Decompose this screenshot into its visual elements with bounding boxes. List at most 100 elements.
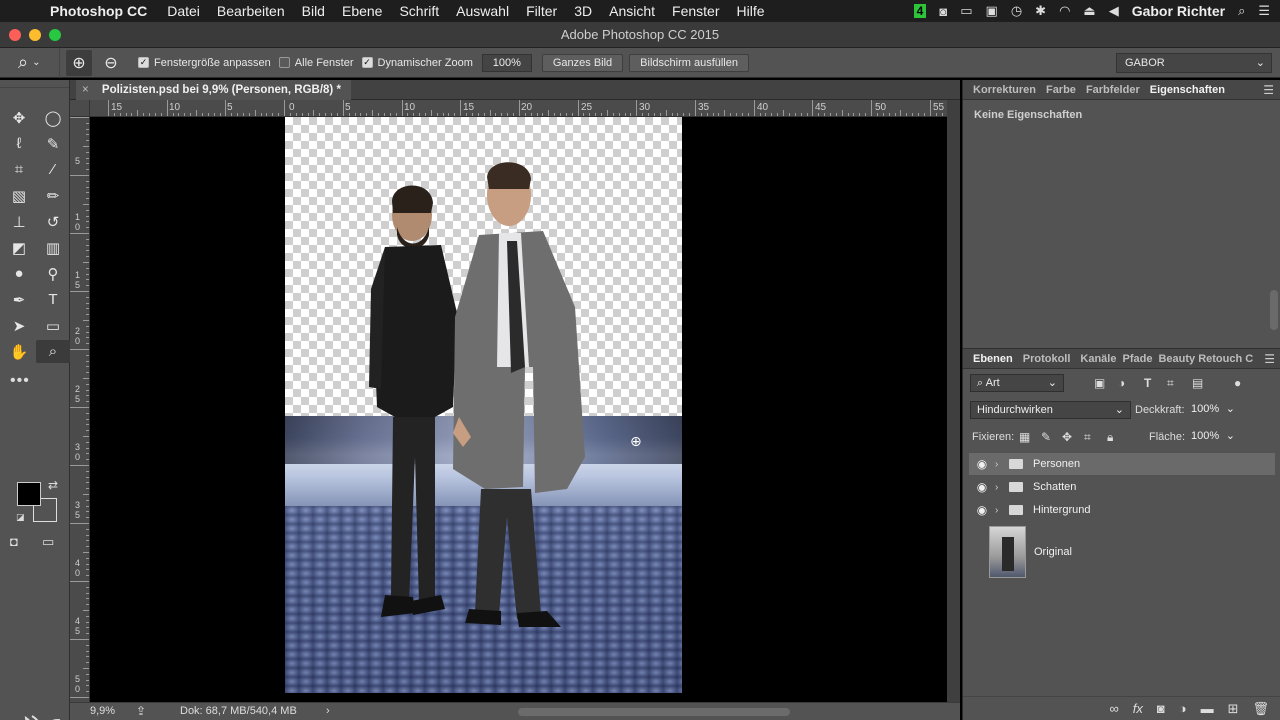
expand-arrow-icon[interactable]: › [995, 482, 1009, 493]
visibility-eye-icon[interactable]: ◉ [969, 480, 995, 494]
ruler-origin[interactable] [70, 100, 90, 117]
all-windows-checkbox[interactable] [278, 57, 290, 68]
tab-beauty-retouch[interactable]: Beauty Retouch C [1158, 353, 1253, 365]
battery-icon[interactable]: ▣ [986, 3, 998, 19]
layer-effects-icon[interactable]: fx [1133, 701, 1143, 716]
bluetooth-icon[interactable]: ✱ [1035, 3, 1046, 19]
brush-tool-icon[interactable]: ✏ [36, 184, 70, 207]
close-window-button[interactable] [9, 29, 21, 41]
status-zoom-level[interactable]: 9,9% [90, 705, 115, 717]
fit-window-checkbox[interactable]: ✓ [138, 57, 149, 68]
menu-fenster[interactable]: Fenster [672, 3, 719, 19]
volume-icon[interactable]: ◀ [1109, 3, 1119, 19]
horizontal-ruler[interactable]: 15 10 5 0 5 10 15 20 25 30 35 40 45 50 55 [90, 100, 947, 117]
vertical-ruler[interactable]: 5 1 0 1 5 2 0 2 5 3 0 3 5 4 0 4 5 5 0 [70, 100, 90, 702]
layer-filter-select[interactable]: ⌕ Art ⌄ [970, 374, 1064, 392]
zoom-in-button[interactable]: ⊕ [66, 49, 92, 76]
layer-row-schatten[interactable]: ◉ › Schatten [969, 476, 1275, 498]
tab-pfade[interactable]: Pfade [1122, 353, 1152, 365]
fill-screen-button[interactable]: Bildschirm ausfüllen [629, 53, 749, 72]
delete-layer-icon[interactable]: 🗑︎ [1252, 701, 1269, 717]
menu-ebene[interactable]: Ebene [342, 3, 382, 19]
menu-filter[interactable]: Filter [526, 3, 557, 19]
workspace-select[interactable]: GABOR ⌄ [1116, 53, 1272, 73]
dodge-tool-icon[interactable]: ⚲ [36, 262, 70, 285]
zoom-out-button[interactable]: ⊖ [98, 50, 124, 76]
lock-position-icon[interactable]: ✥ [1062, 430, 1072, 444]
swap-colors-icon[interactable]: ⇄ [48, 478, 58, 492]
gradient-tool-icon[interactable]: ▥ [36, 236, 70, 259]
layer-row-original[interactable]: Original [969, 524, 1275, 580]
fill-field[interactable]: 100% ⌄ [1185, 428, 1241, 446]
elliptical-marquee-tool-icon[interactable]: ◯ [36, 106, 70, 129]
quick-selection-tool-icon[interactable]: ✎ [36, 132, 70, 155]
panel-grip[interactable] [0, 80, 69, 88]
time-machine-icon[interactable]: ◷ [1011, 3, 1022, 19]
new-layer-icon[interactable]: ⊞ [1228, 701, 1239, 717]
menu-bild[interactable]: Bild [302, 3, 325, 19]
scrubby-zoom-checkbox[interactable]: ✓ [361, 57, 373, 68]
visibility-eye-icon[interactable]: ◉ [969, 503, 995, 517]
tab-farbe[interactable]: Farbe [1046, 84, 1076, 96]
type-tool-icon[interactable]: T [36, 288, 70, 311]
horizontal-scrollbar[interactable] [518, 708, 790, 716]
camera-icon[interactable]: ◙ [939, 4, 947, 19]
menu-auswahl[interactable]: Auswahl [456, 3, 509, 19]
airplay-icon[interactable]: ▭ [960, 3, 972, 19]
layer-row-personen[interactable]: ◉ › Personen [969, 453, 1275, 475]
default-colors-icon[interactable]: ◪ [16, 512, 25, 523]
add-mask-icon[interactable]: ◙ [1157, 701, 1165, 716]
foreground-color-swatch[interactable] [17, 482, 41, 506]
eraser-tool-icon[interactable]: ◩ [2, 236, 36, 259]
zoom-100-button[interactable]: 100% [481, 53, 532, 72]
filter-smart-object-icon[interactable]: ▤ [1192, 376, 1203, 390]
user-name[interactable]: Gabor Richter [1132, 3, 1225, 19]
tab-ebenen[interactable]: Ebenen [973, 353, 1013, 365]
filter-toggle-icon[interactable]: ● [1234, 376, 1241, 390]
quick-mask-icon[interactable]: ◘ [10, 534, 18, 549]
menu-3d[interactable]: 3D [574, 3, 592, 19]
tab-kanaele[interactable]: Kanäle [1080, 353, 1116, 365]
zoom-tool-icon[interactable]: ⌕ [36, 340, 70, 363]
pen-tool-icon[interactable]: ✒ [2, 288, 36, 311]
menu-ansicht[interactable]: Ansicht [609, 3, 655, 19]
status-menu-arrow-icon[interactable]: › [326, 705, 330, 717]
tab-eigenschaften[interactable]: Eigenschaften [1150, 84, 1225, 96]
visibility-eye-icon[interactable]: ◉ [969, 457, 995, 471]
fit-screen-button[interactable]: Ganzes Bild [541, 53, 624, 72]
edit-toolbar-icon[interactable]: ••• [10, 372, 30, 390]
panel-menu-icon[interactable]: ☰ [1263, 83, 1274, 97]
history-brush-tool-icon[interactable]: ↺ [36, 210, 70, 233]
wifi-icon[interactable]: ◠ [1059, 3, 1070, 19]
clone-stamp-tool-icon[interactable]: ⊥ [2, 210, 36, 233]
new-adjustment-layer-icon[interactable]: ◑ [1179, 701, 1187, 716]
properties-scrollbar[interactable] [1270, 290, 1278, 330]
healing-brush-tool-icon[interactable]: ▧ [2, 184, 36, 207]
hand-tool-icon[interactable]: ✋ [2, 340, 36, 363]
rectangle-tool-icon[interactable]: ▭ [36, 314, 70, 337]
menu-app-name[interactable]: Photoshop CC [50, 3, 147, 19]
crop-tool-icon[interactable]: ⌗ [2, 158, 36, 181]
tab-korrekturen[interactable]: Korrekturen [973, 84, 1036, 96]
lock-artboard-icon[interactable]: ⌗ [1084, 430, 1091, 445]
layer-row-hintergrund[interactable]: ◉ › Hintergrund [969, 499, 1275, 521]
screen-mode-icon[interactable]: ▭ [42, 534, 54, 550]
link-layers-icon[interactable]: ∞ [1109, 701, 1118, 716]
panel-menu-icon[interactable]: ☰ [1264, 352, 1275, 366]
lock-image-icon[interactable]: ✎ [1041, 430, 1051, 444]
spotlight-search-icon[interactable]: ⌕ [1238, 3, 1245, 19]
new-group-icon[interactable]: ▬ [1201, 701, 1214, 716]
blur-tool-icon[interactable]: ● [2, 262, 36, 285]
lasso-tool-icon[interactable]: ℓ [2, 132, 36, 155]
eject-icon[interactable]: ⏏ [1083, 3, 1095, 19]
lock-transparent-icon[interactable]: ▦ [1019, 430, 1030, 444]
document-canvas[interactable] [285, 117, 682, 693]
menu-schrift[interactable]: Schrift [399, 3, 439, 19]
tool-preset-picker[interactable]: ⌕ ⌄ [0, 47, 60, 78]
tab-farbfelder[interactable]: Farbfelder [1086, 84, 1140, 96]
status-app-icon[interactable]: 4 [913, 4, 927, 18]
expand-arrow-icon[interactable]: › [995, 459, 1009, 470]
expand-arrow-icon[interactable]: › [995, 505, 1009, 516]
tab-protokoll[interactable]: Protokoll [1023, 353, 1071, 365]
filter-adjustment-icon[interactable]: ◑ [1118, 376, 1125, 390]
